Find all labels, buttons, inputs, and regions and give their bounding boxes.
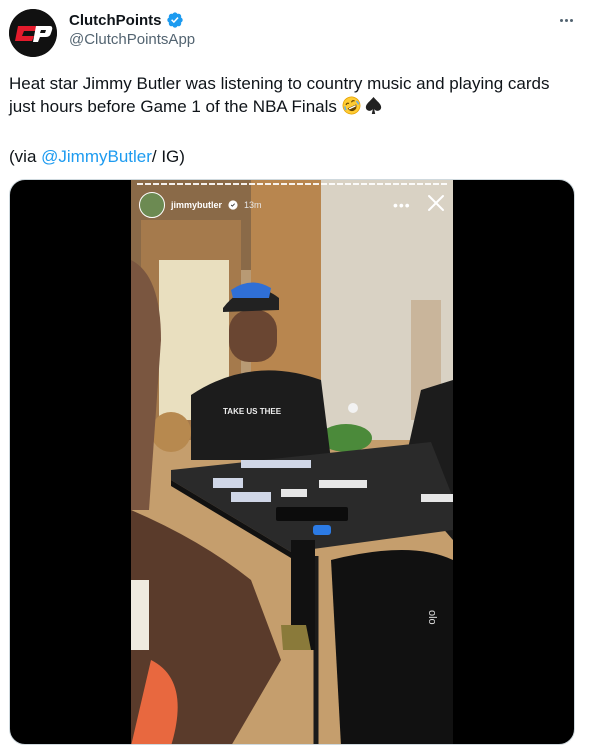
tweet-via-line: (via @JimmyButler/ IG) [9,145,185,168]
story-more-icon[interactable]: ••• [393,198,411,212]
story-avatar[interactable] [139,192,165,218]
via-suffix: / IG) [151,147,185,166]
rolling-on-floor-laughing-emoji [342,96,361,115]
via-prefix: (via [9,147,42,166]
verified-badge-icon [166,12,183,28]
tweet-text-line-2: just hours before Game 1 of the NBA Fina… [9,95,579,118]
author-display-name[interactable]: ClutchPoints [69,12,162,29]
tweet-text: Heat star Jimmy Butler was listening to … [9,72,579,118]
story-username[interactable]: jimmybutler [171,200,222,210]
shirt-print-text: TAKE US THEE [223,407,282,416]
tweet-text-line-2-text: just hours before Game 1 of the NBA Fina… [9,97,337,116]
story-header: jimmybutler 13m [139,192,262,218]
instagram-story-video[interactable]: TAKE US THEE olo jimmybutler 13m ••• [131,180,453,744]
author-handle[interactable]: @ClutchPointsApp [69,31,195,48]
video-media[interactable]: TAKE US THEE olo jimmybutler 13m ••• [9,179,575,745]
story-time: 13m [244,200,262,210]
via-mention-link[interactable]: @JimmyButler [41,147,152,166]
shorts-logo-text: olo [426,610,438,625]
more-horizontal-icon [559,18,563,22]
tweet-text-line-1: Heat star Jimmy Butler was listening to … [9,74,550,93]
story-progress-bar [137,183,447,185]
author-name-row: ClutchPoints [69,10,184,30]
close-icon[interactable] [426,193,446,213]
spade-suit-emoji [366,97,382,114]
more-options-button[interactable] [554,10,578,30]
author-avatar[interactable]: CP [9,9,57,57]
video-frame-scene: TAKE US THEE olo [131,180,453,744]
tweet: CP ClutchPoints @ClutchPointsApp Heat st… [0,0,591,747]
story-verified-icon [228,200,238,210]
